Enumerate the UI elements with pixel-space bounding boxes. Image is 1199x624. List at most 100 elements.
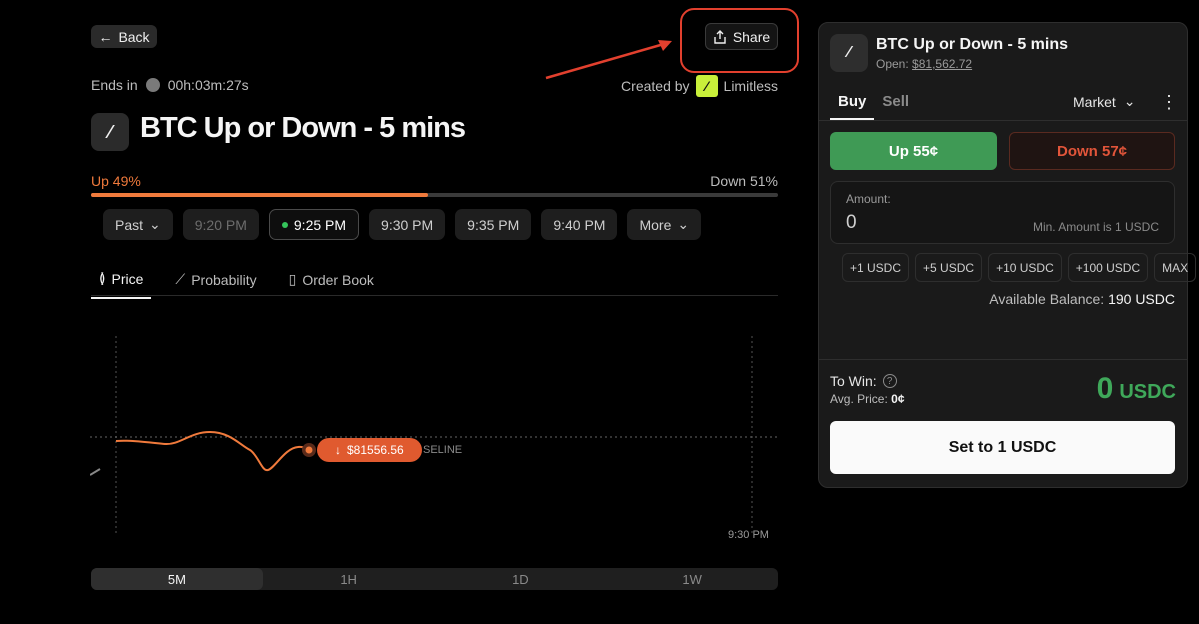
avg-price-label: Avg. Price: [830,392,888,406]
balance-value: 190 USDC [1108,291,1175,307]
quick-amount-row: +1 USDC +5 USDC +10 USDC +100 USDC MAX [842,253,1197,282]
up-percentage: Up 49% [91,173,141,189]
time-chip-label: 9:35 PM [467,216,520,233]
time-chip-row: Past ⌄ 9:20 PM 9:25 PM 9:30 PM 9:35 PM 9… [103,209,702,240]
to-win-label: To Win: [830,373,877,389]
panel-title: BTC Up or Down - 5 mins [876,36,1068,53]
order-type-label: Market [1073,93,1116,110]
tab-buy[interactable]: Buy [830,88,875,120]
clock-icon [145,78,160,92]
tab-price-label: Price [111,270,144,287]
panel-market-icon: ⁄ [830,34,868,72]
time-chip-label: 9:25 PM [293,216,347,233]
created-by-label: Created by [621,78,690,94]
balance-label: Available Balance: [989,291,1105,307]
help-icon[interactable]: ? [882,374,897,388]
tab-probability[interactable]: ⟋ Probability [167,264,264,299]
time-chip-925[interactable]: 9:25 PM [268,209,360,240]
more-label: More [639,216,672,233]
buy-down-button[interactable]: Down 57¢ [1009,132,1175,170]
book-icon: ▯ [288,271,297,287]
panel-divider [819,359,1187,360]
range-1w[interactable]: 1W [606,568,778,590]
range-selector: 5M 1H 1D 1W [91,568,778,590]
market-icon: ⁄ [91,113,129,151]
share-button[interactable]: Share [705,23,778,50]
chart-tabs: ≬ Price ⟋ Probability ▯ Order Book [91,264,382,299]
price-dot [305,446,313,454]
live-dot-icon [281,221,288,228]
price-line [115,430,311,472]
win-unit: USDC [1119,381,1176,403]
back-button[interactable]: ← Back [91,25,157,48]
time-chip-935[interactable]: 9:35 PM [455,209,532,240]
tab-price[interactable]: ≬ Price [91,264,152,299]
tab-sell[interactable]: Sell [874,88,917,120]
arrow-left-icon: ← [98,28,113,45]
ends-in: Ends in 00h:03m:27s [91,77,249,93]
chevron-down-icon: ⌄ [1123,93,1136,109]
ends-label: Ends in [91,77,138,93]
tab-probability-label: Probability [191,271,257,288]
set-amount-button[interactable]: Set to 1 USDC [830,421,1175,474]
more-options-icon[interactable]: ⋮ [1160,92,1178,113]
share-icon [714,29,726,44]
add-10-usdc-button[interactable]: +10 USDC [988,253,1062,282]
price-chart[interactable]: ↓ $81556.56 SELINE 9:30 PM [90,320,780,550]
back-label: Back [118,28,150,45]
past-label: Past [115,216,144,233]
price-icon: ≬ [99,270,106,286]
order-type-select[interactable]: Market ⌄ [1073,93,1136,110]
time-chip-label: 9:30 PM [381,216,434,233]
time-chip-940[interactable]: 9:40 PM [541,209,618,240]
creator-name[interactable]: Limitless [724,78,778,94]
limitless-logo-icon[interactable]: ⁄ [695,75,718,97]
open-price: Open: $81,562.72 [876,57,972,71]
pre-market-line [90,468,101,476]
time-chip-label: 9:20 PM [194,216,247,233]
chevron-down-icon: ⌄ [677,216,690,232]
created-by: Created by ⁄ Limitless [621,75,778,97]
time-chip-920[interactable]: 9:20 PM [182,209,259,240]
amount-value[interactable]: 0 [846,212,857,234]
add-100-usdc-button[interactable]: +100 USDC [1067,253,1149,282]
available-balance: Available Balance: 190 USDC [989,291,1175,307]
tab-order-book[interactable]: ▯ Order Book [281,264,382,299]
line-chart-icon: ⟋ [175,271,186,287]
add-5-usdc-button[interactable]: +5 USDC [915,253,983,282]
amount-label: Amount: [846,192,891,206]
more-dropdown[interactable]: More ⌄ [627,209,702,240]
avg-price-value: 0¢ [891,392,905,406]
tabs-divider [91,295,778,296]
chevron-down-icon: ⌄ [149,216,161,232]
add-1-usdc-button[interactable]: +1 USDC [842,253,910,282]
min-amount-hint: Min. Amount is 1 USDC [1032,220,1159,234]
share-label: Share [732,28,771,45]
baseline-label: SELINE [423,444,462,456]
to-win: To Win: ? [830,373,897,389]
amount-input[interactable] [830,181,1175,244]
past-dropdown[interactable]: Past ⌄ [103,209,173,240]
time-chip-930[interactable]: 9:30 PM [369,209,446,240]
to-win-amount: 0 USDC [1097,372,1176,406]
buy-sell-divider [819,120,1187,121]
odds-bar-fill [91,193,428,197]
page-title: BTC Up or Down - 5 mins [140,112,466,144]
down-percentage: Down 51% [710,173,778,189]
win-value: 0 [1096,372,1114,405]
price-tag: $81556.56 [347,443,404,457]
time-chip-label: 9:40 PM [553,216,606,233]
chart-end-time: 9:30 PM [728,529,769,541]
range-5m[interactable]: 5M [91,568,263,590]
range-1h[interactable]: 1H [263,568,435,590]
open-label: Open: [876,57,909,71]
buy-sell-tabs: Buy Sell [830,88,917,120]
tab-order-book-label: Order Book [302,271,374,288]
avg-price: Avg. Price: 0¢ [830,392,905,406]
max-button[interactable]: MAX [1154,253,1197,282]
ends-countdown: 00h:03m:27s [167,77,249,93]
range-1d[interactable]: 1D [435,568,607,590]
arrow-down-icon: ↓ [335,443,341,457]
buy-up-button[interactable]: Up 55¢ [830,132,997,170]
open-value: $81,562.72 [912,57,973,71]
